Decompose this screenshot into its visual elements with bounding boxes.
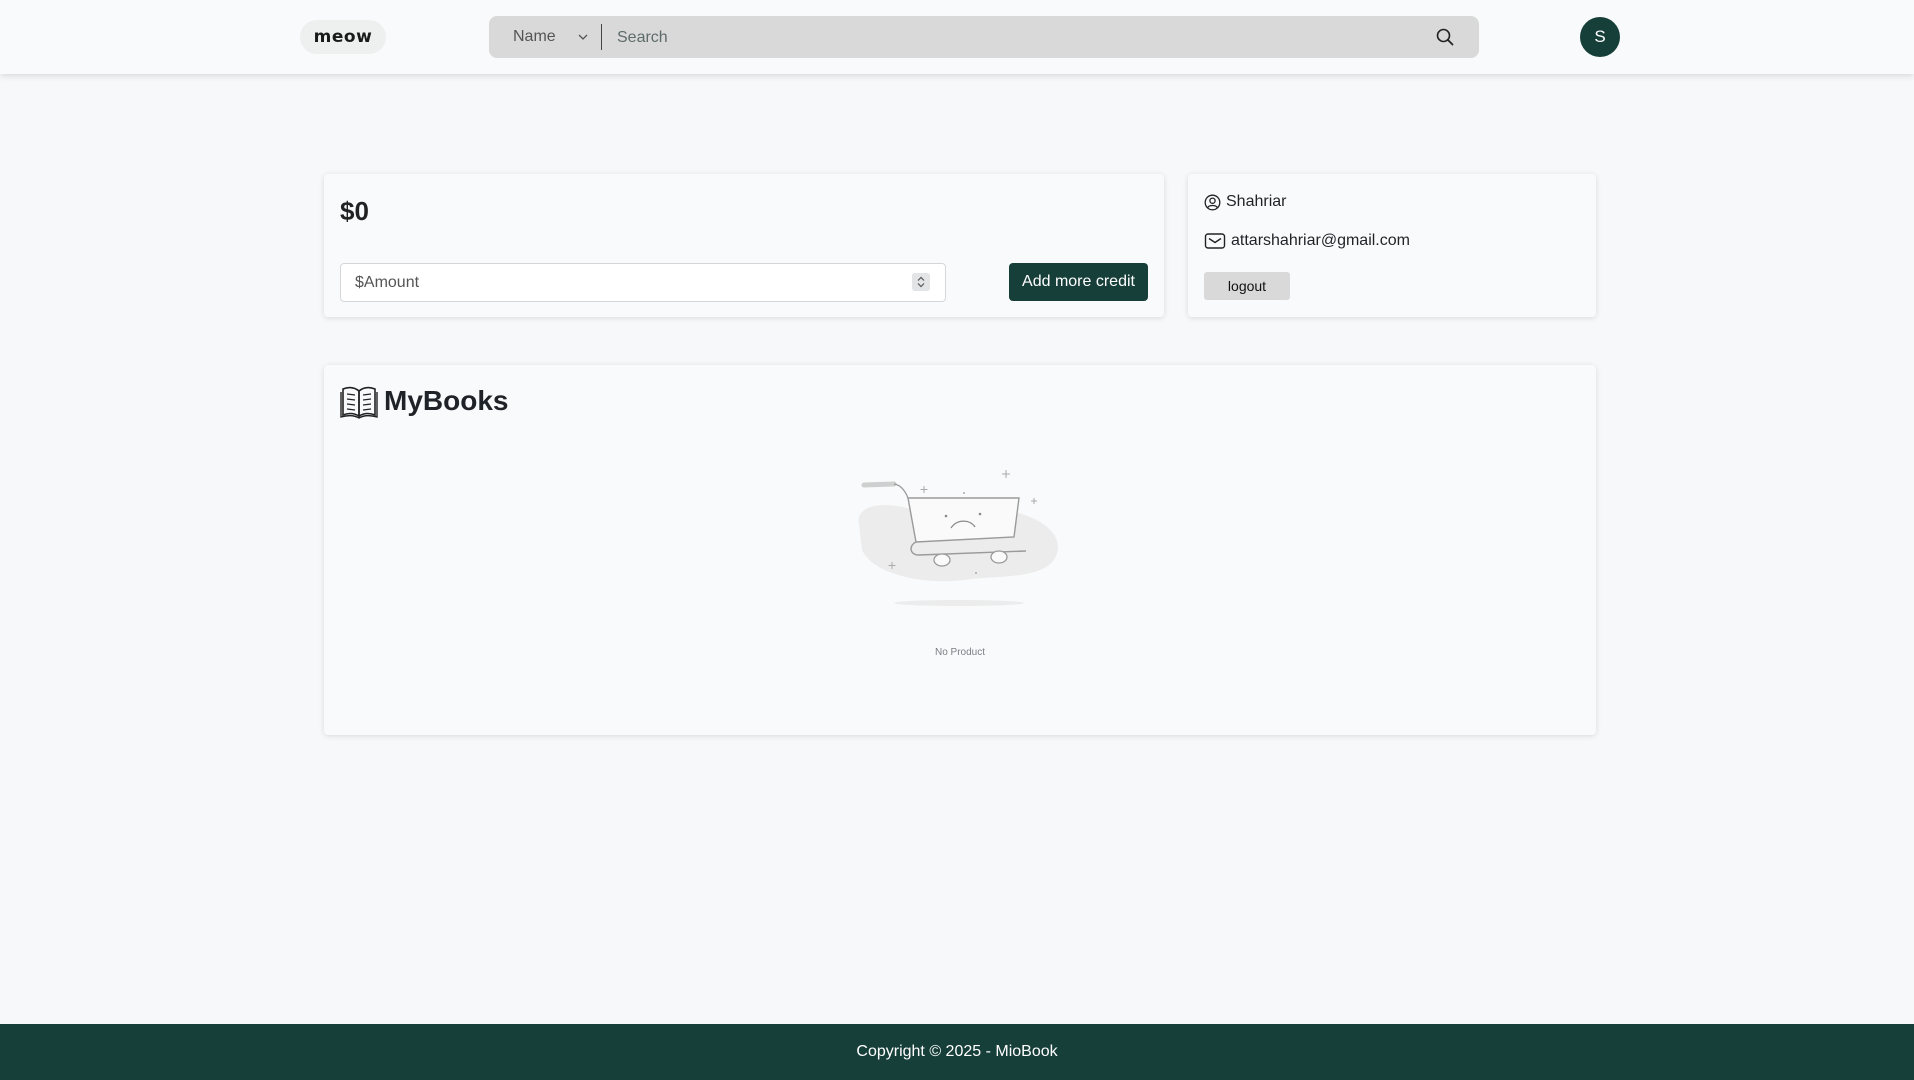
credit-balance: $0 [340,196,369,226]
credit-card: $0 Add more credit [324,174,1164,317]
search-icon[interactable] [1435,27,1455,47]
copyright-text: Copyright © 2025 - MioBook [856,1043,1058,1060]
chevron-down-icon [578,34,588,40]
search-input[interactable] [615,24,1419,52]
user-circle-icon [1204,194,1221,210]
search-bar: Name [489,16,1479,58]
top-navbar: meow Name S [0,0,1914,74]
amount-field [340,263,946,302]
mail-icon [1204,233,1226,249]
my-books-section: MyBooks No Product [324,365,1596,735]
my-books-heading: MyBooks [340,383,508,419]
number-stepper-icon[interactable] [912,273,930,291]
search-divider [601,24,602,50]
site-logo[interactable]: meow [300,20,386,54]
profile-name: Shahriar [1226,193,1287,210]
search-filter-label: Name [513,28,556,45]
search-filter-select[interactable]: Name [489,16,601,58]
add-credit-button[interactable]: Add more credit [1009,263,1148,301]
my-books-title: MyBooks [384,385,509,416]
empty-state-text: No Product [934,647,986,658]
logout-button[interactable]: logout [1204,272,1290,300]
empty-cart-illustration [858,470,1058,606]
user-avatar[interactable]: S [1580,17,1620,57]
profile-email-row: attarshahriar@gmail.com [1204,232,1410,250]
profile-email: attarshahriar@gmail.com [1231,232,1410,249]
open-book-icon [340,386,378,419]
profile-name-row: Shahriar [1204,193,1286,211]
amount-input[interactable] [353,272,897,294]
footer: Copyright © 2025 - MioBook [0,1024,1914,1080]
profile-card: Shahriar attarshahriar@gmail.com logout [1188,174,1596,317]
logo-text: meow [313,27,373,47]
